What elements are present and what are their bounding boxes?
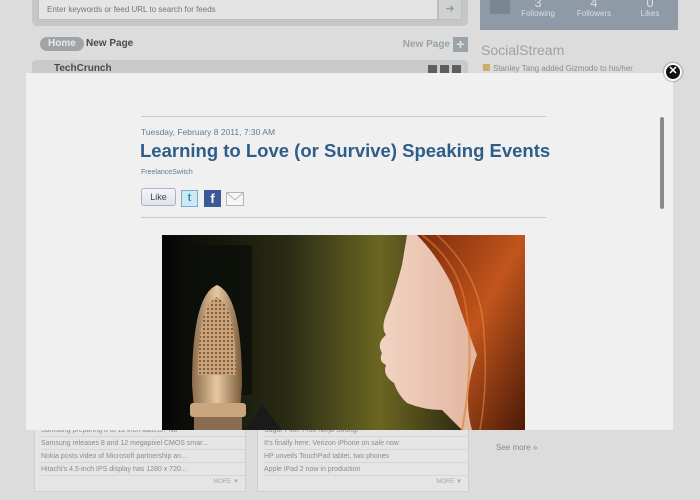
close-icon: ✕: [668, 65, 678, 77]
list-item[interactable]: Samsung releases 8 and 12 megapixel CMOS…: [41, 437, 245, 450]
stat-followers[interactable]: 4 Followers: [566, 0, 622, 18]
stat-label: Following: [521, 9, 555, 18]
post-date: Tuesday, February 8 2011, 7:30 AM: [141, 127, 276, 137]
more-button[interactable]: MORE ▼: [436, 479, 462, 485]
list-item[interactable]: Nokia posts video of Microsoft partnersh…: [41, 450, 245, 463]
feed-widget-right: Sugar Pilot: Fruit Ninja Strong! It's fi…: [257, 424, 469, 492]
article-photo: [162, 235, 525, 430]
add-page-label: New Page: [402, 39, 450, 51]
feed-list: Sugar Pilot: Fruit Ninja Strong! It's fi…: [258, 424, 468, 476]
stat-value: 3: [534, 0, 542, 10]
more-button[interactable]: MORE ▼: [213, 479, 239, 485]
socialstream-title: SocialStream: [481, 42, 565, 58]
list-item[interactable]: HP unveils TouchPad tablet, two phones: [264, 450, 468, 463]
arrow-right-icon: ➜: [445, 3, 455, 15]
stat-value: 4: [590, 0, 598, 10]
stat-label: Followers: [576, 9, 612, 18]
feed-widget-left: Samsung preparing 8 to 11-inch tablets? …: [34, 424, 246, 492]
article-modal: Tuesday, February 8 2011, 7:30 AM Learni…: [26, 73, 673, 430]
avatar[interactable]: [490, 0, 510, 14]
tab-home[interactable]: Home: [40, 37, 84, 51]
stat-value: 0: [646, 0, 654, 10]
see-more-link[interactable]: See more »: [496, 443, 537, 452]
feed-search-input[interactable]: [38, 0, 438, 20]
list-item[interactable]: Apple iPad 2 now in production: [264, 463, 468, 476]
tab-new-page[interactable]: New Page: [86, 37, 133, 51]
like-button[interactable]: Like: [141, 188, 176, 206]
feed-list: Samsung preparing 8 to 11-inch tablets? …: [35, 424, 245, 476]
plus-icon: +: [453, 37, 468, 52]
list-item[interactable]: It's finally here: Verizon iPhone on sal…: [264, 437, 468, 450]
stat-following[interactable]: 3 Following: [510, 0, 566, 18]
stat-label: Likes: [640, 9, 660, 18]
modal-scrollbar[interactable]: [660, 117, 664, 209]
article-title[interactable]: Learning to Love (or Survive) Speaking E…: [140, 140, 550, 162]
page-tabs: Home New Page New Page +: [40, 36, 470, 52]
divider: [141, 217, 546, 218]
facebook-icon[interactable]: f: [204, 190, 221, 207]
article-source[interactable]: FreelanceSwitch: [141, 169, 193, 176]
divider: [141, 116, 546, 117]
close-modal-button[interactable]: ✕: [664, 63, 682, 81]
profile-stats: 3 Following 4 Followers 0 Likes: [480, 0, 678, 30]
more-label: MORE: [213, 479, 232, 485]
twitter-icon[interactable]: t: [181, 190, 198, 207]
add-page-button[interactable]: New Page +: [403, 37, 468, 52]
socialstream-item-text: Stanley Tang added Gizmodo to his/her: [493, 64, 633, 73]
search-go-button[interactable]: ➜: [438, 0, 462, 20]
mail-icon[interactable]: [226, 192, 244, 206]
list-item[interactable]: Hitachi's 4.5-inch IPS display has 1280 …: [41, 463, 245, 476]
more-label: MORE: [436, 479, 455, 485]
stat-likes[interactable]: 0 Likes: [622, 0, 678, 18]
socialstream-item[interactable]: Stanley Tang added Gizmodo to his/her: [483, 64, 633, 73]
rss-icon: [483, 64, 490, 71]
